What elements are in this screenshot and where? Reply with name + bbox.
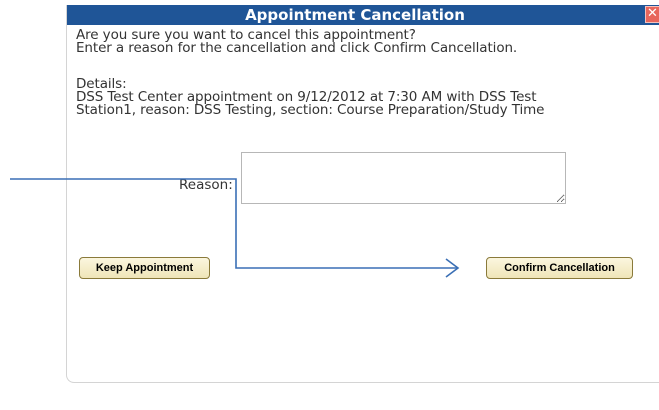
- keep-appointment-button[interactable]: Keep Appointment: [79, 257, 210, 279]
- details-line-2: Station1, reason: DSS Testing, section: …: [76, 102, 545, 118]
- dialog-titlebar: Appointment Cancellation ✕: [67, 5, 659, 25]
- close-icon[interactable]: ✕: [645, 6, 659, 23]
- cancellation-dialog: Appointment Cancellation ✕ Are you sure …: [66, 5, 659, 383]
- dialog-title: Appointment Cancellation: [245, 6, 465, 24]
- instruction-text: Enter a reason for the cancellation and …: [76, 40, 518, 56]
- reason-label: Reason:: [179, 177, 233, 193]
- confirm-cancellation-button[interactable]: Confirm Cancellation: [486, 257, 633, 279]
- reason-input[interactable]: [241, 152, 566, 204]
